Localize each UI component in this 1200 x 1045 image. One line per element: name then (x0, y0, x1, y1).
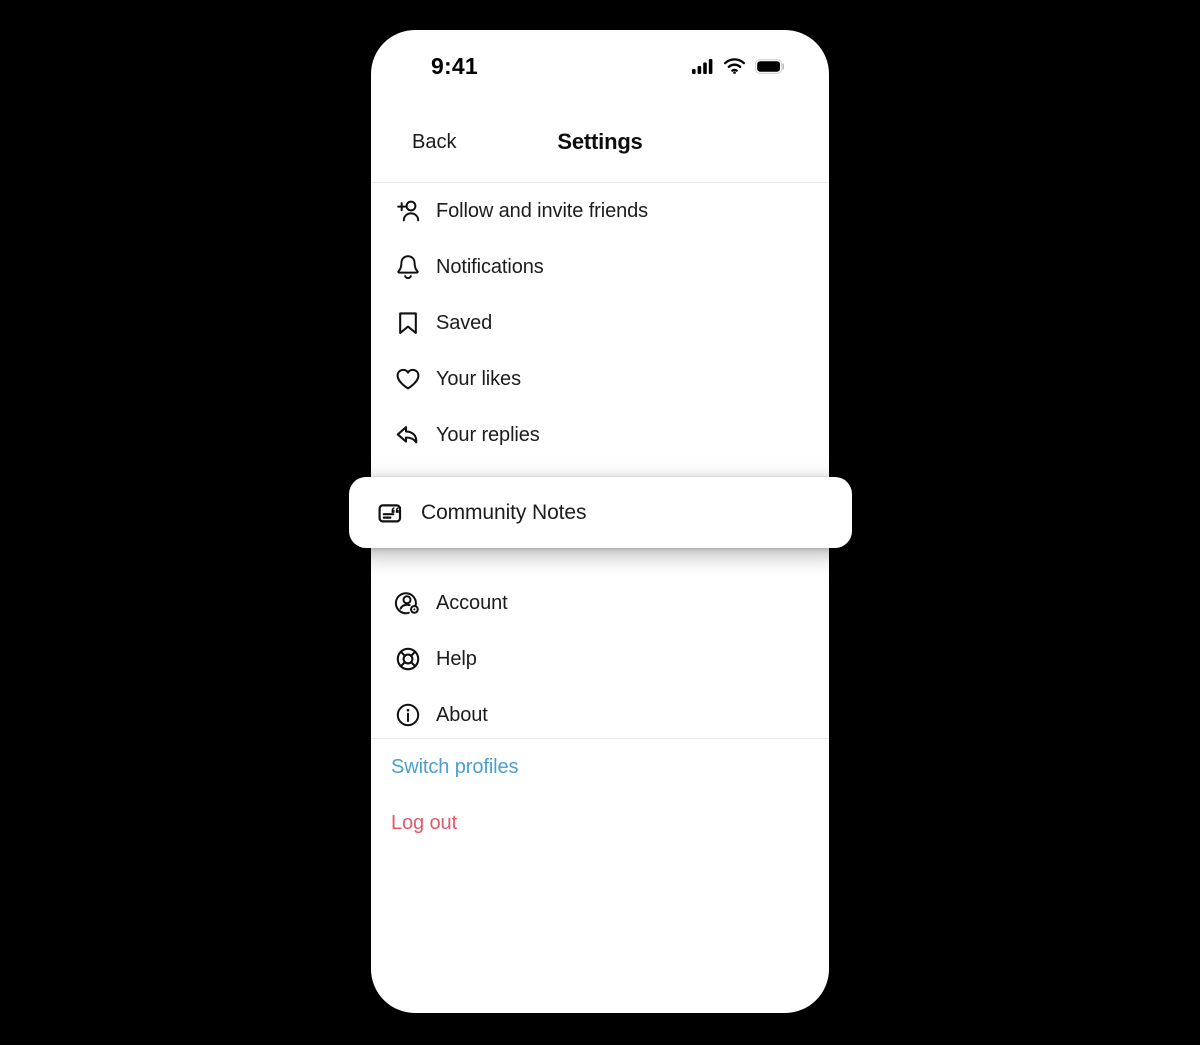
menu-item-label: Help (436, 647, 477, 670)
menu-item-help[interactable]: Help (371, 631, 829, 687)
wifi-icon (724, 58, 745, 74)
status-bar-icons (692, 58, 785, 74)
menu-item-follow-and-invite-friends[interactable]: Follow and invite friends (371, 183, 829, 239)
info-circle-icon (391, 698, 425, 732)
menu-item-label: Your likes (436, 367, 521, 390)
highlighted-menu-item-label: Community Notes (421, 500, 587, 524)
status-bar: 9:41 (371, 30, 829, 102)
settings-menu-list: Follow and invite friends Notifications (371, 183, 829, 743)
nav-header: Back Settings (371, 102, 829, 182)
menu-item-label: Follow and invite friends (436, 199, 649, 222)
add-person-icon (391, 194, 425, 228)
menu-item-label: Your replies (436, 423, 540, 446)
account-gear-icon (391, 586, 425, 620)
battery-icon (755, 58, 785, 74)
menu-item-your-replies[interactable]: Your replies (371, 407, 829, 463)
back-button[interactable]: Back (412, 131, 456, 154)
footer-links: Switch profiles Log out (371, 739, 829, 851)
menu-item-label: Saved (436, 311, 493, 334)
bell-icon (391, 250, 425, 284)
menu-item-label: Account (436, 591, 508, 614)
menu-item-label: Notifications (436, 255, 544, 278)
highlighted-menu-item-community-notes[interactable]: Community Notes (349, 477, 852, 548)
bookmark-icon (391, 306, 425, 340)
menu-item-account[interactable]: Account (371, 575, 829, 631)
heart-icon (391, 362, 425, 396)
menu-item-saved[interactable]: Saved (371, 295, 829, 351)
log-out-link[interactable]: Log out (371, 795, 829, 851)
menu-item-your-likes[interactable]: Your likes (371, 351, 829, 407)
switch-profiles-link[interactable]: Switch profiles (371, 739, 829, 795)
lifebuoy-icon (391, 642, 425, 676)
menu-item-label: About (436, 703, 488, 726)
status-bar-time: 9:41 (431, 52, 478, 79)
menu-item-about[interactable]: About (371, 687, 829, 743)
community-notes-icon (373, 496, 407, 530)
screenshot-canvas: 9:41 Back Settings Follow and invite fri… (0, 0, 1200, 1045)
menu-item-notifications[interactable]: Notifications (371, 239, 829, 295)
reply-arrow-icon (391, 418, 425, 452)
cellular-signal-icon (692, 58, 714, 74)
